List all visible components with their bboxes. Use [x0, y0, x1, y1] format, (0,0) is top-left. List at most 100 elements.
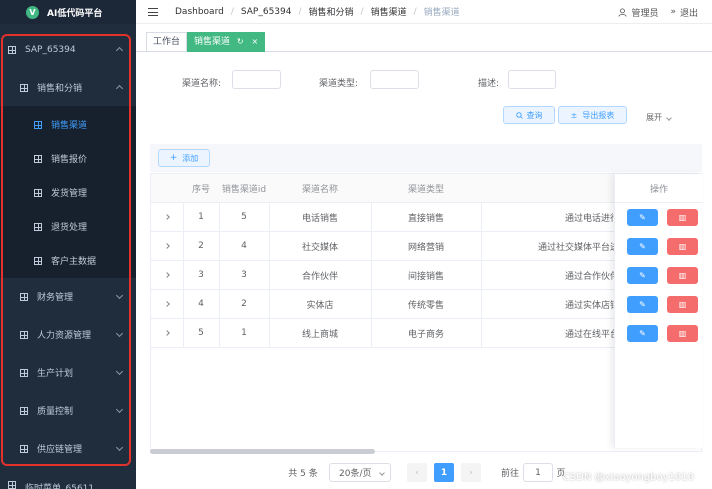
- cell-name: 线上商城: [301, 329, 338, 340]
- breadcrumb-item[interactable]: 销售渠道: [371, 5, 407, 18]
- sidebar-group-hr[interactable]: 人力资源管理: [0, 316, 136, 353]
- goto-page-input[interactable]: 1: [523, 463, 553, 482]
- next-page-button[interactable]: ›: [461, 463, 481, 482]
- current-page[interactable]: 1: [434, 463, 454, 482]
- page-size-select[interactable]: 20条/页: [329, 463, 391, 482]
- tag-sales-channel[interactable]: 销售渠道 ↻ ×: [187, 32, 266, 52]
- cell-type: 网络营销: [407, 242, 444, 253]
- export-button[interactable]: ± 导出报表: [558, 106, 627, 124]
- tag-label: 工作台: [153, 37, 181, 47]
- sidebar-group-label: 人力资源管理: [37, 331, 92, 341]
- sidebar-group-finance[interactable]: 财务管理: [0, 278, 136, 315]
- grid-icon: [34, 120, 42, 129]
- breadcrumb-item[interactable]: 销售和分销: [309, 5, 354, 18]
- edit-button[interactable]: ✎: [627, 325, 658, 342]
- sidebar-item-customer-master[interactable]: 客户主数据: [0, 242, 136, 279]
- pencil-icon: ✎: [639, 213, 646, 222]
- chevron-up-icon: [115, 84, 124, 93]
- grid-icon: [20, 444, 28, 453]
- fixed-action-column: 操作 ✎ ▥ ✎ ▥ ✎ ▥ ✎ ▥ ✎ ▥: [614, 174, 703, 448]
- expand-icon[interactable]: [151, 261, 183, 289]
- delete-button[interactable]: ▥: [667, 296, 698, 313]
- table-toolbar: + 添加: [150, 144, 702, 172]
- refresh-icon[interactable]: ↻: [237, 37, 244, 46]
- grid-icon: [8, 45, 16, 54]
- cell-type: 直接销售: [407, 213, 444, 224]
- grid-icon: [20, 406, 28, 415]
- edit-button[interactable]: ✎: [627, 238, 658, 255]
- sidebar-root-temp[interactable]: 临时菜单_65611: [0, 468, 136, 489]
- chevron-down-icon: [666, 115, 672, 121]
- add-button[interactable]: + 添加: [158, 149, 210, 167]
- goto-label: 前往: [500, 469, 519, 479]
- chevron-down-icon: [115, 443, 124, 452]
- edit-button[interactable]: ✎: [627, 296, 658, 313]
- cell-name: 社交媒体: [301, 242, 338, 253]
- sidebar-group-supply-chain[interactable]: 供应链管理: [0, 430, 136, 467]
- pagination-total: 共 5 条: [288, 469, 318, 479]
- expand-toggle[interactable]: 展开: [646, 112, 672, 123]
- expand-icon[interactable]: [151, 290, 183, 318]
- cell-name: 实体店: [306, 300, 334, 311]
- sidebar-group-sales[interactable]: 销售和分销: [0, 69, 136, 106]
- description-input[interactable]: [508, 70, 556, 89]
- close-icon[interactable]: ×: [251, 37, 258, 46]
- sidebar-item-returns[interactable]: 退货处理: [0, 208, 136, 245]
- channel-type-input[interactable]: [370, 70, 419, 89]
- grid-icon: [8, 481, 16, 489]
- horizontal-scrollbar[interactable]: [150, 449, 375, 454]
- logout-button[interactable]: 退出: [680, 6, 698, 19]
- pencil-icon: ✎: [639, 242, 646, 251]
- pencil-icon: ✎: [639, 300, 646, 309]
- search-icon: [515, 111, 523, 119]
- delete-button[interactable]: ▥: [667, 267, 698, 284]
- main-content: 渠道名称: 渠道类型: 描述: 查询 ± 导出报表 展开 + 添加 序号 销售渠…: [136, 52, 712, 489]
- delete-button[interactable]: ▥: [667, 325, 698, 342]
- prev-page-button[interactable]: ‹: [407, 463, 427, 482]
- sidebar-item-sales-channel[interactable]: 销售渠道: [0, 106, 136, 143]
- expand-label: 展开: [646, 113, 662, 122]
- channel-name-input[interactable]: [232, 70, 281, 89]
- delete-button[interactable]: ▥: [667, 238, 698, 255]
- user-name[interactable]: 管理员: [631, 6, 658, 19]
- breadcrumb-item[interactable]: Dashboard: [175, 7, 224, 17]
- expand-icon[interactable]: [151, 232, 183, 260]
- channel-name-label: 渠道名称:: [182, 79, 222, 89]
- cell-id: 2: [241, 299, 247, 309]
- sidebar-item-label: 销售渠道: [51, 121, 88, 131]
- chevron-up-icon: [115, 46, 124, 55]
- grid-icon: [20, 292, 28, 301]
- breadcrumb-separator: /: [298, 6, 302, 17]
- grid-icon: [20, 330, 28, 339]
- search-button[interactable]: 查询: [503, 106, 555, 124]
- delete-button[interactable]: ▥: [667, 209, 698, 226]
- grid-icon: [34, 154, 42, 163]
- cell-id: 5: [241, 212, 247, 222]
- download-icon: ±: [570, 110, 578, 120]
- cell-index: 3: [198, 270, 204, 280]
- expand-icon[interactable]: [151, 203, 183, 231]
- sidebar-group-quality[interactable]: 质量控制: [0, 392, 136, 429]
- tag-workbench[interactable]: 工作台: [146, 32, 188, 52]
- hamburger-icon[interactable]: [148, 7, 158, 16]
- cell-index: 1: [198, 212, 204, 222]
- cell-type: 电子商务: [407, 329, 444, 340]
- app-logo[interactable]: V AI低代码平台: [0, 0, 136, 24]
- expand-icon[interactable]: [151, 319, 183, 347]
- sidebar-root-sap[interactable]: SAP_65394: [0, 31, 136, 68]
- cell-type: 传统零售: [407, 300, 444, 311]
- sidebar-item-shipping[interactable]: 发货管理: [0, 174, 136, 211]
- header-actions: 操作: [615, 174, 703, 203]
- sidebar-root-label: 临时菜单_65611: [25, 484, 95, 489]
- breadcrumb-item[interactable]: SAP_65394: [241, 7, 292, 17]
- edit-button[interactable]: ✎: [627, 209, 658, 226]
- sidebar-group-production[interactable]: 生产计划: [0, 354, 136, 391]
- header-name: 渠道名称: [301, 184, 338, 195]
- add-button-label: 添加: [182, 153, 199, 163]
- page-size-value: 20条/页: [339, 469, 372, 479]
- cell-id: 3: [241, 270, 247, 280]
- edit-button[interactable]: ✎: [627, 267, 658, 284]
- sidebar-item-sales-quote[interactable]: 销售报价: [0, 140, 136, 177]
- cell-index: 4: [198, 299, 204, 309]
- trash-icon: ▥: [678, 271, 687, 280]
